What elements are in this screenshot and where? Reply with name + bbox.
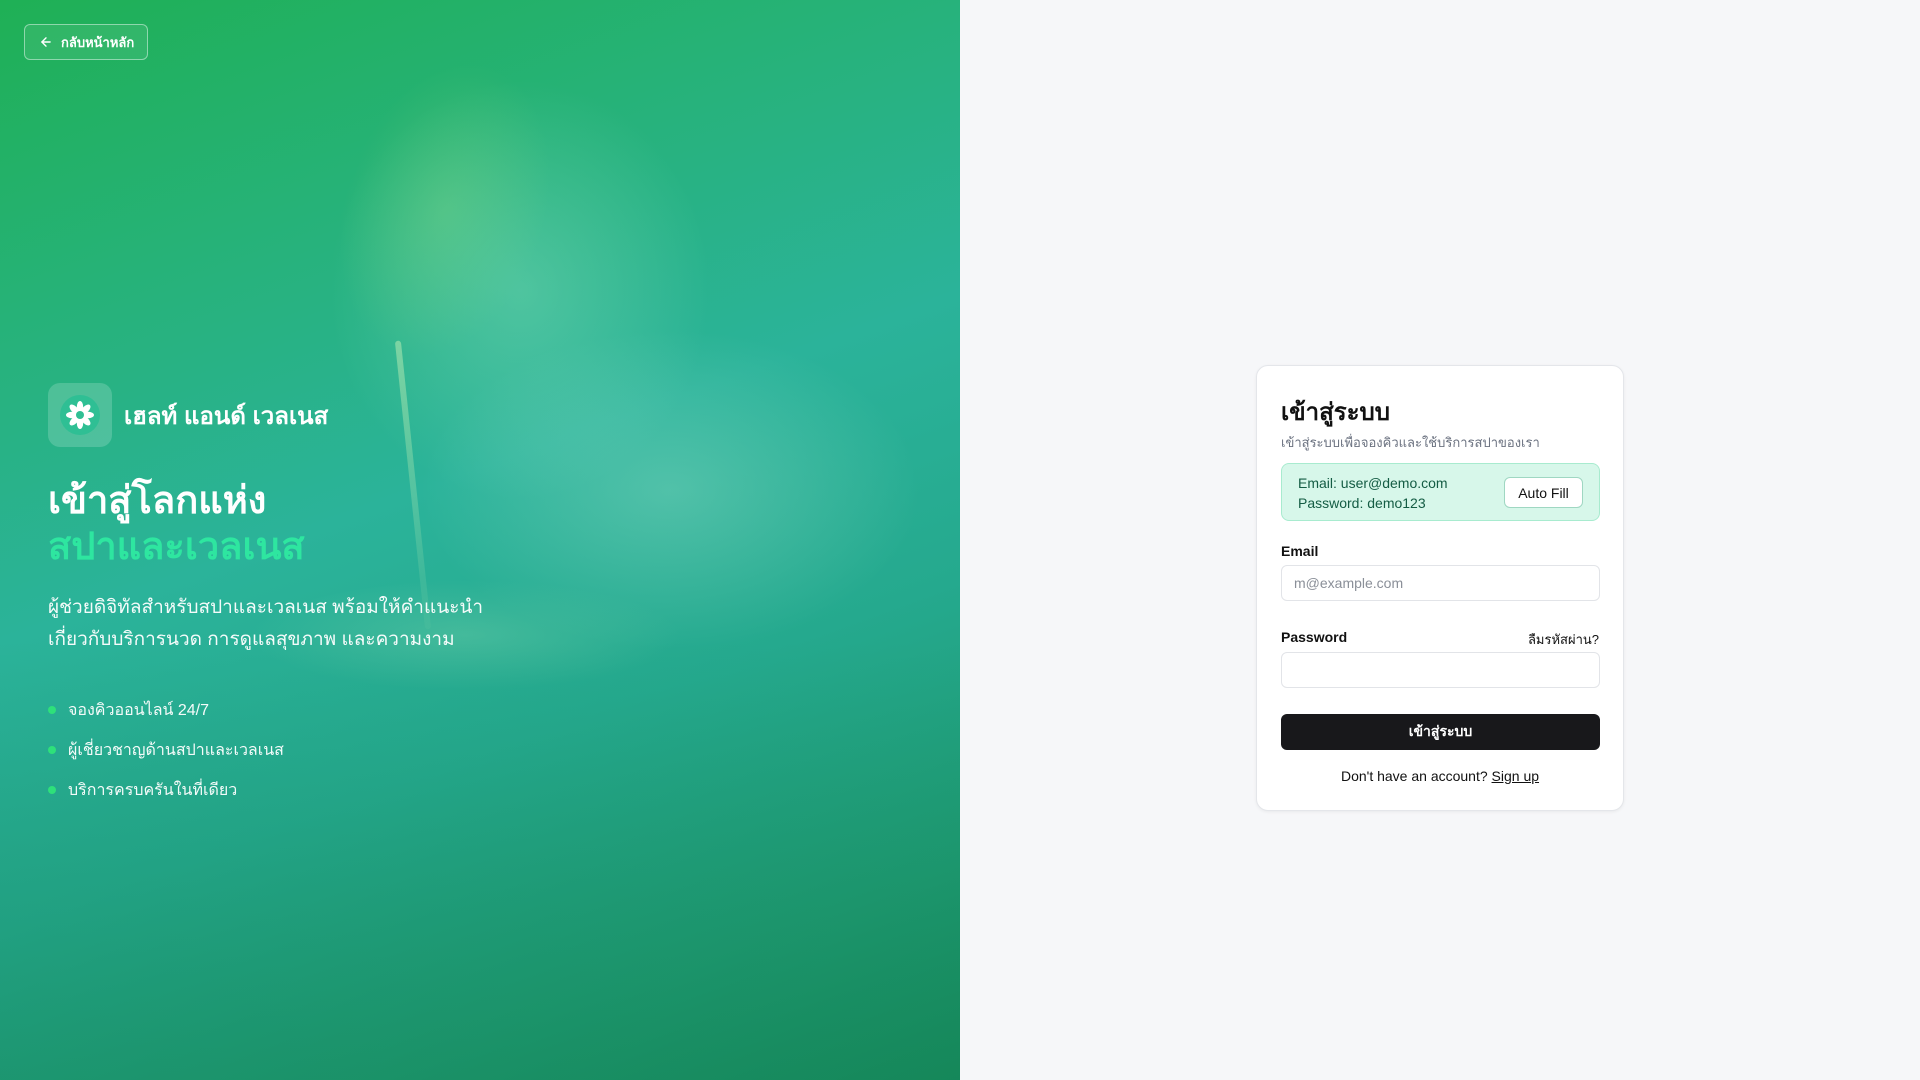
password-label: Password [1281, 629, 1348, 645]
demo-email-text: Email: user@demo.com [1298, 475, 1448, 491]
signup-row: Don't have an account? Sign up [1257, 768, 1623, 784]
signup-link[interactable]: Sign up [1492, 768, 1539, 784]
back-button-label: กลับหน้าหลัก [61, 34, 135, 50]
email-field[interactable] [1281, 565, 1600, 601]
feature-list: จองคิวออนไลน์ 24/7 ผู้เชี่ยวชาญด้านสปาแล… [48, 690, 284, 810]
bullet-dot-icon [48, 786, 56, 794]
signup-prompt: Don't have an account? [1340, 768, 1488, 784]
forgot-password-link[interactable]: ลืมรหัสผ่าน? [1528, 629, 1599, 650]
hero-headline: เข้าสู่โลกแห่ง สปาและเวลเนส [48, 478, 305, 570]
login-title: เข้าสู่ระบบ [1281, 399, 1390, 426]
brand-logo [48, 383, 112, 447]
feature-label: บริการครบครันในที่เดียว [68, 781, 238, 799]
login-subtitle: เข้าสู่ระบบเพื่อจองคิวและใช้บริการสปาของ… [1281, 435, 1540, 450]
bullet-dot-icon [48, 706, 56, 714]
brand: เฮลท์ แอนด์ เวลเนส [48, 383, 328, 447]
hero-headline-line1: เข้าสู่โลกแห่ง [48, 480, 267, 522]
login-card: เข้าสู่ระบบ เข้าสู่ระบบเพื่อจองคิวและใช้… [1256, 365, 1624, 811]
feature-label: จองคิวออนไลน์ 24/7 [68, 701, 210, 719]
login-submit-button[interactable]: เข้าสู่ระบบ [1281, 714, 1600, 750]
back-to-home-button[interactable]: กลับหน้าหลัก [24, 24, 149, 60]
feature-item: ผู้เชี่ยวชาญด้านสปาและเวลเนส [48, 730, 284, 770]
feature-item: บริการครบครันในที่เดียว [48, 770, 284, 810]
hero-description: ผู้ช่วยดิจิทัลสำหรับสปาและเวลเนส พร้อมให… [48, 597, 484, 650]
auto-fill-button[interactable]: Auto Fill [1504, 477, 1583, 508]
demo-credentials-box: Email: user@demo.com Password: demo123 A… [1281, 463, 1600, 521]
hero-panel: กลับหน้าหลัก เฮลท์ แอนด์ เวลเนส เข้าสู่โ… [0, 0, 960, 1080]
demo-password-text: Password: demo123 [1298, 495, 1426, 511]
email-label: Email [1281, 543, 1319, 559]
hero-headline-line2: สปาและเวลเนส [48, 526, 305, 568]
feature-label: ผู้เชี่ยวชาญด้านสปาและเวลเนส [68, 741, 284, 759]
feature-item: จองคิวออนไลน์ 24/7 [48, 690, 284, 730]
bullet-dot-icon [48, 746, 56, 754]
arrow-left-icon [41, 37, 51, 47]
brand-name: เฮลท์ แอนด์ เวลเนส [124, 402, 329, 430]
flower-icon [66, 401, 94, 429]
password-field[interactable] [1281, 652, 1600, 688]
